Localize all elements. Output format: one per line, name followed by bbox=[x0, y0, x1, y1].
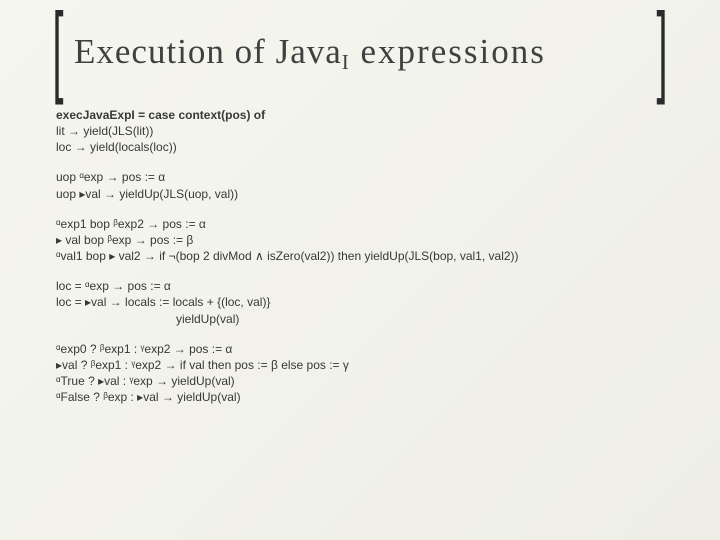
rule-lit: lit → yield(JLS(lit)) bbox=[56, 123, 672, 139]
rule-bop2: ▸ val bop ᵝexp → pos := β bbox=[56, 232, 672, 248]
rule-bop3: ᵅval1 bop ▸ val2 → if ¬(bop 2 divMod ∧ i… bbox=[56, 248, 672, 264]
rule-asg2: loc = ▸val → locals := locals + {(loc, v… bbox=[56, 294, 672, 310]
block-ternary: ᵅexp0 ? ᵝexp1 : ᵞexp2 → pos := α ▸val ? … bbox=[56, 341, 672, 406]
rule-tern2: ▸val ? ᵝexp1 : ᵞexp2 → if val then pos :… bbox=[56, 357, 672, 373]
rule-uop1: uop ᵅexp → pos := α bbox=[56, 169, 672, 185]
bracket-right-icon: ] bbox=[656, 5, 667, 96]
rule-tern1: ᵅexp0 ? ᵝexp1 : ᵞexp2 → pos := α bbox=[56, 341, 672, 357]
rule-asg3: yieldUp(val) bbox=[176, 311, 672, 327]
bracket-left-icon: [ bbox=[53, 5, 64, 96]
title-row: [ Execution of JavaI expressions ] bbox=[48, 20, 672, 85]
rule-bop1: ᵅexp1 bop ᵝexp2 → pos := α bbox=[56, 216, 672, 232]
rule-loc: loc → yield(locals(loc)) bbox=[56, 139, 672, 155]
rule-asg1: loc = ᵅexp → pos := α bbox=[56, 278, 672, 294]
rule-tern4: ᵅFalse ? ᵝexp : ▸val → yieldUp(val) bbox=[56, 389, 672, 405]
rule-tern3: ᵅTrue ? ▸val : ᵞexp → yieldUp(val) bbox=[56, 373, 672, 389]
title-sub: I bbox=[342, 50, 350, 74]
block-assign: loc = ᵅexp → pos := α loc = ▸val → local… bbox=[56, 278, 672, 327]
rule-uop2: uop ▸val → yieldUp(JLS(uop, val)) bbox=[56, 186, 672, 202]
block-bop: ᵅexp1 bop ᵝexp2 → pos := α ▸ val bop ᵝex… bbox=[56, 216, 672, 265]
slide-body: execJavaExpI = case context(pos) of lit … bbox=[48, 107, 672, 406]
slide: [ Execution of JavaI expressions ] execJ… bbox=[0, 0, 720, 440]
slide-title: Execution of JavaI expressions bbox=[66, 32, 654, 72]
block-def: execJavaExpI = case context(pos) of lit … bbox=[56, 107, 672, 156]
def-header: execJavaExpI = case context(pos) of bbox=[56, 107, 672, 123]
title-pre: Execution of Java bbox=[74, 32, 342, 71]
title-post: expressions bbox=[350, 32, 546, 71]
block-uop: uop ᵅexp → pos := α uop ▸val → yieldUp(J… bbox=[56, 169, 672, 201]
